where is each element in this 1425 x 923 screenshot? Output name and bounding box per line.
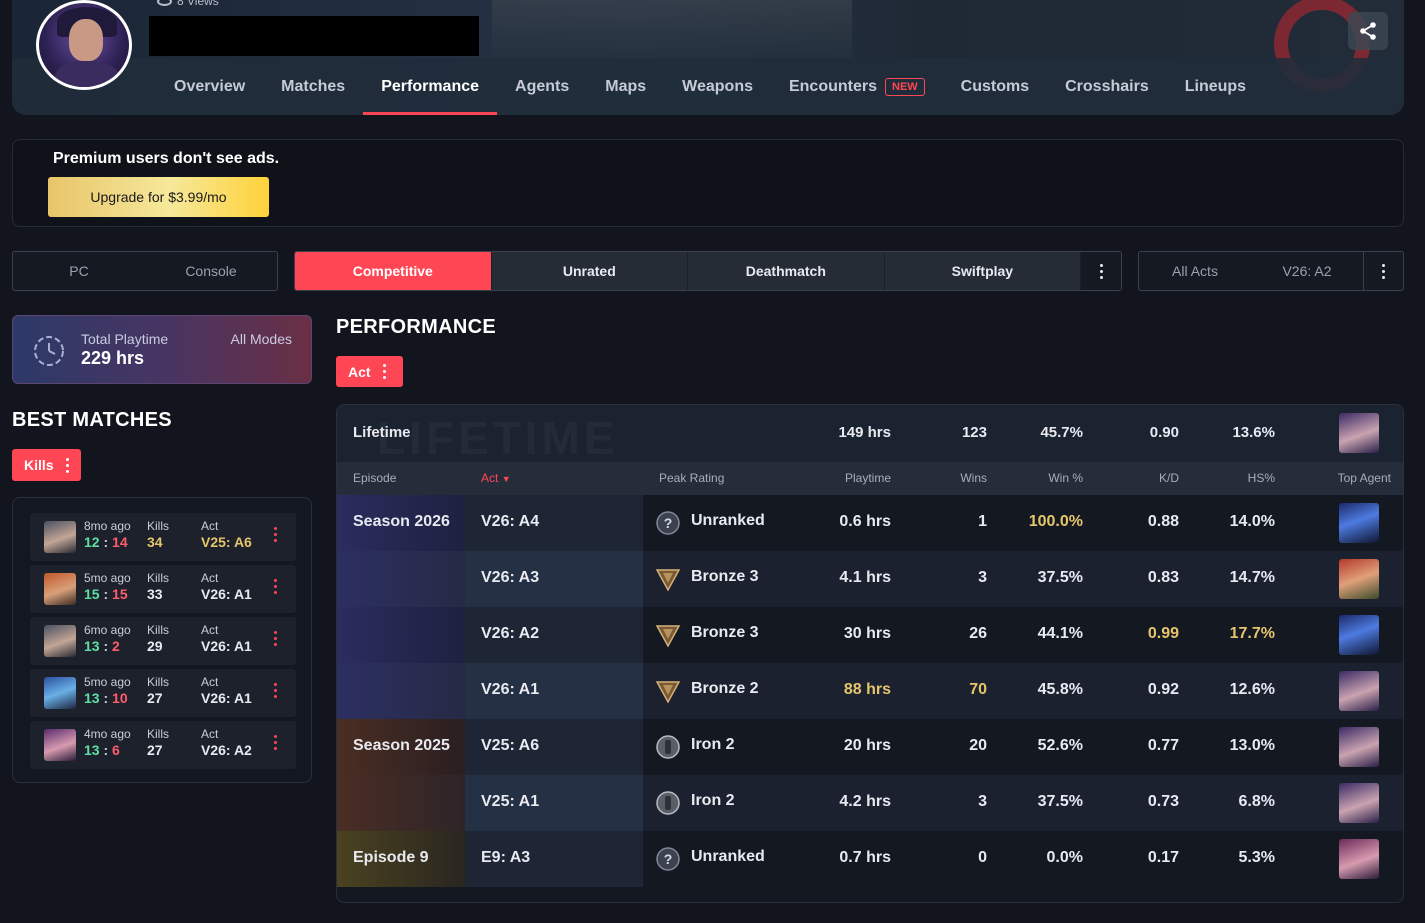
tab-matches[interactable]: Matches [263,58,363,115]
kebab-icon [274,735,277,750]
mode-swiftplay[interactable]: Swiftplay [884,252,1082,290]
tab-weapons[interactable]: Weapons [664,58,771,115]
top-agent-portrait [1339,615,1379,655]
share-button[interactable] [1348,12,1388,50]
match-more-button[interactable] [274,735,277,750]
performance-title: PERFORMANCE [336,316,496,338]
table-row[interactable]: V26: A1 Bronze 2 88 hrs 70 45.8% 0.92 12… [337,663,1403,719]
kebab-icon [274,683,277,698]
mode-more-button[interactable] [1081,252,1121,290]
match-more-button[interactable] [274,527,277,542]
best-match-item[interactable]: 8mo ago 12 : 14 Kills 34 Act V25: A6 [30,513,296,561]
platform-selector: PC Console [12,251,278,291]
table-row[interactable]: Season 2026 V26: A4 ? Unranked 0.6 hrs 1… [337,495,1403,551]
iron-rank-icon [656,791,680,815]
tab-overview[interactable]: Overview [156,58,263,115]
act-more-button[interactable] [1363,252,1403,290]
table-header: Episode Act ▼ Peak Rating Playtime Wins … [337,462,1403,495]
upgrade-button[interactable]: Upgrade for $3.99/mo [48,177,269,217]
tab-crosshairs[interactable]: Crosshairs [1047,58,1167,115]
mode-unrated[interactable]: Unrated [491,252,689,290]
clock-icon [34,336,64,366]
performance-table: LIFETIME Lifetime 149 hrs 123 45.7% 0.90… [336,404,1404,903]
top-agent-portrait [1339,839,1379,879]
bronze-rank-icon [655,569,681,592]
best-match-item[interactable]: 4mo ago 13 : 6 Kills 27 Act V26: A2 [30,721,296,769]
kebab-icon [382,364,386,379]
total-playtime-card: Total Playtime 229 hrs All Modes [12,315,312,384]
kebab-icon [274,631,277,646]
tab-customs[interactable]: Customs [943,58,1047,115]
premium-message: Premium users don't see ads. [53,150,280,167]
tab-agents[interactable]: Agents [497,58,587,115]
platform-console[interactable]: Console [145,252,277,290]
table-row[interactable]: V26: A2 Bronze 3 30 hrs 26 44.1% 0.99 17… [337,607,1403,663]
unranked-icon: ? [656,847,680,871]
match-more-button[interactable] [274,683,277,698]
act-selector: All Acts V26: A2 [1138,251,1404,291]
mode-deathmatch[interactable]: Deathmatch [688,252,885,290]
table-row[interactable]: V25: A1 Iron 2 4.2 hrs 3 37.5% 0.73 6.8% [337,775,1403,831]
lifetime-row: LIFETIME Lifetime 149 hrs 123 45.7% 0.90… [337,405,1403,465]
tab-maps[interactable]: Maps [587,58,664,115]
lifetime-watermark: LIFETIME [377,411,619,465]
tab-encounters[interactable]: Encounters NEW [771,58,943,115]
agent-portrait [44,729,76,761]
profile-nav: Overview Matches Performance Agents Maps… [156,58,1264,115]
mode-selector: Competitive Unrated Deathmatch Swiftplay [294,251,1122,291]
iron-rank-icon [656,735,680,759]
share-icon [1360,22,1376,40]
best-matches-list: 8mo ago 12 : 14 Kills 34 Act V25: A6 5mo… [12,497,312,783]
table-row[interactable]: Episode 9 E9: A3 ? Unranked 0.7 hrs 0 0.… [337,831,1403,887]
top-agent-portrait [1339,559,1379,599]
kebab-icon [1382,263,1385,279]
playtime-value: 229 hrs [81,348,145,368]
unranked-icon: ? [656,511,680,535]
mode-competitive[interactable]: Competitive [295,252,492,290]
best-match-item[interactable]: 5mo ago 15 : 15 Kills 33 Act V26: A1 [30,565,296,613]
tab-lineups[interactable]: Lineups [1167,58,1264,115]
bronze-rank-icon [655,625,681,648]
eye-icon [157,0,172,6]
hero-banner-art [492,0,852,60]
table-row[interactable]: V26: A3 Bronze 3 4.1 hrs 3 37.5% 0.83 14… [337,551,1403,607]
best-matches-filter[interactable]: Kills [12,449,81,481]
match-more-button[interactable] [274,631,277,646]
best-match-item[interactable]: 6mo ago 13 : 2 Kills 29 Act V26: A1 [30,617,296,665]
agent-portrait [44,625,76,657]
platform-pc[interactable]: PC [13,252,145,290]
top-agent-portrait [1339,503,1379,543]
kebab-icon [1099,263,1103,279]
act-all[interactable]: All Acts [1139,252,1251,290]
playtime-label: Total Playtime [81,331,169,347]
agent-portrait [44,521,76,553]
kebab-icon [274,527,277,542]
performance-filter[interactable]: Act [336,356,403,387]
kebab-icon [274,579,277,594]
agent-portrait [44,677,76,709]
table-row[interactable]: Season 2025 V25: A6 Iron 2 20 hrs 20 52.… [337,719,1403,775]
sort-desc-icon: ▼ [501,474,511,484]
act-v26-a2[interactable]: V26: A2 [1251,252,1363,290]
sort-act-header[interactable]: Act ▼ [481,471,511,485]
top-agent-portrait [1339,671,1379,711]
best-matches-title: BEST MATCHES [12,409,172,431]
redacted-username [149,16,479,56]
playtime-scope: All Modes [230,331,292,347]
views-count: 8 Views [157,0,219,8]
new-badge: NEW [885,77,925,96]
svg-text:?: ? [664,851,673,867]
best-match-item[interactable]: 5mo ago 13 : 10 Kills 27 Act V26: A1 [30,669,296,717]
kebab-icon [65,457,69,473]
match-more-button[interactable] [274,579,277,594]
svg-text:?: ? [664,515,673,531]
top-agent-portrait [1339,727,1379,767]
tab-performance[interactable]: Performance [363,58,497,115]
profile-avatar[interactable] [36,0,132,90]
bronze-rank-icon [655,681,681,704]
top-agent-portrait [1339,783,1379,823]
premium-banner: Premium users don't see ads. Upgrade for… [12,139,1404,227]
agent-portrait [44,573,76,605]
top-agent-portrait [1339,413,1379,453]
